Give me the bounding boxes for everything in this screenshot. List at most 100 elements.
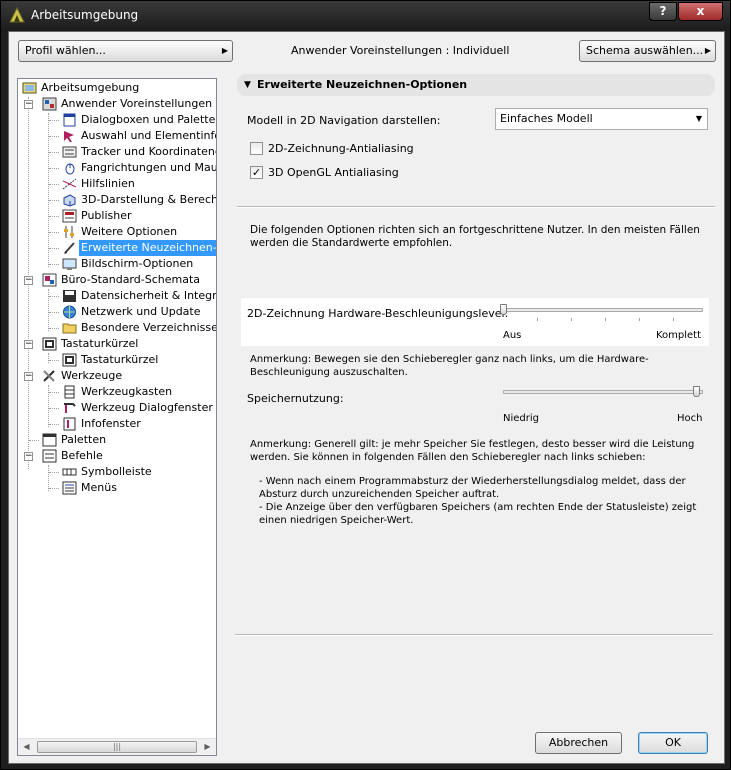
collapse-icon[interactable]: − — [24, 372, 33, 381]
tree-item-label: Werkzeug Dialogfenster — [81, 401, 213, 414]
hw-acceleration-slider-thumb[interactable] — [500, 304, 507, 315]
hw-acceleration-label: 2D-Zeichnung Hardware-Beschleunigungslev… — [247, 307, 509, 320]
palettes-icon — [42, 433, 57, 447]
slider-tick — [571, 318, 572, 321]
tracker-icon — [62, 146, 77, 158]
scroll-right-icon[interactable]: ▶ — [199, 739, 216, 755]
memory-bullet-2: - Die Anzeige über den verfügbaren Speic… — [259, 502, 697, 526]
choose-schema-button[interactable]: Schema auswählen... ▶ — [579, 40, 716, 62]
office-icon — [42, 273, 57, 287]
scroll-left-icon[interactable]: ◀ — [18, 739, 35, 755]
preferences-window: Arbeitsumgebung ? x Profil wählen... ▶ A… — [0, 0, 731, 770]
tree-content: Arbeitsumgebung − Anwender Voreinstellun… — [18, 79, 216, 739]
model-2d-value: Einfaches Modell — [500, 112, 593, 125]
antialiasing-2d-checkbox[interactable] — [250, 142, 263, 155]
ok-button[interactable]: OK — [638, 732, 708, 754]
tools-icon — [43, 370, 55, 382]
opengl-antialiasing-checkbox[interactable]: ✓ — [250, 166, 263, 179]
tree-line — [29, 440, 39, 441]
hw-acceleration-slider-track[interactable] — [503, 308, 703, 312]
folder-icon — [62, 323, 77, 334]
help-button[interactable]: ? — [649, 2, 677, 21]
tree-item-label: Befehle — [61, 449, 103, 462]
advanced-intro-text: Die folgenden Optionen richten sich an f… — [250, 224, 700, 249]
model-2d-select[interactable]: Einfaches Modell ▼ — [495, 108, 708, 130]
hw-min-label: Aus — [503, 330, 522, 341]
tree-item-label: 3D-Darstellung & Berechnun — [81, 193, 217, 206]
section-header[interactable]: ▼ Erweiterte Neuzeichnen-Optionen — [237, 74, 715, 96]
workspace-icon — [22, 82, 37, 94]
tree-item-label: Symbolleiste — [81, 465, 152, 478]
title-bar[interactable]: Arbeitsumgebung ? x — [1, 1, 730, 31]
tree-item-label: Datensicherheit & Integrität — [81, 289, 217, 302]
dialog-icon — [63, 113, 76, 127]
collapse-icon[interactable]: − — [24, 452, 33, 461]
tree-horizontal-scrollbar[interactable]: ◀ ||| ▶ — [18, 738, 216, 755]
user-settings-icon — [42, 97, 57, 111]
tree-item-label: Weitere Optionen — [81, 225, 178, 238]
tree-item-label: Publisher — [81, 209, 132, 222]
choose-profile-button[interactable]: Profil wählen... ▶ — [18, 40, 233, 62]
slider-tick — [639, 318, 640, 321]
tree-line — [49, 120, 59, 121]
tree-line — [48, 353, 49, 363]
tree-line — [49, 408, 59, 409]
redraw-icon — [64, 242, 75, 254]
tree-item-label: Besondere Verzeichnisse — [81, 321, 217, 334]
data-safety-icon — [63, 290, 76, 302]
publisher-icon — [62, 209, 77, 223]
tree-item-label: Werkzeuge — [61, 369, 123, 382]
tree-item-label: Tracker und Koordinateneing — [81, 145, 216, 158]
memory-slider-track[interactable] — [503, 390, 703, 394]
tree-line — [49, 392, 59, 393]
tree-item-label: Auswahl und Elementinforma — [81, 129, 216, 142]
tree-item-label: Netzwerk und Update — [81, 305, 201, 318]
memory-min-label: Niedrig — [503, 413, 539, 424]
memory-slider-thumb[interactable] — [693, 386, 700, 397]
chevron-down-icon: ▼ — [695, 114, 702, 123]
settings-tree[interactable]: Arbeitsumgebung − Anwender Voreinstellun… — [17, 78, 217, 756]
cancel-button[interactable]: Abbrechen — [535, 732, 622, 754]
screen-icon — [62, 258, 77, 270]
tree-line — [49, 488, 59, 489]
memory-usage-label: Speichernutzung: — [247, 392, 344, 405]
tree-line — [49, 360, 59, 361]
triangle-down-icon: ▼ — [244, 80, 251, 90]
memory-max-label: Hoch — [677, 413, 703, 424]
tree-item-label: Werkzeugkasten — [81, 385, 173, 398]
tree-item-label: Bildschirm-Optionen — [81, 257, 194, 270]
slider-tick — [605, 318, 606, 321]
model-2d-label: Modell in 2D Navigation darstellen: — [247, 114, 441, 127]
window-title: Arbeitsumgebung — [31, 8, 139, 22]
collapse-icon[interactable]: − — [24, 340, 33, 349]
toolbox-icon — [64, 385, 75, 399]
tree-item-label: Tastaturkürzel — [81, 353, 159, 366]
mouse-icon — [65, 163, 75, 175]
memory-note-text: Anmerkung: Generell gilt: je mehr Speich… — [250, 439, 695, 463]
commands-icon — [42, 449, 57, 463]
collapse-icon[interactable]: − — [24, 276, 33, 285]
tree-item-label: Anwender Voreinstellungen — [61, 97, 213, 110]
section-title: Erweiterte Neuzeichnen-Optionen — [257, 78, 468, 91]
collapse-icon[interactable]: − — [24, 100, 33, 109]
3d-icon — [63, 194, 76, 207]
tree-item-label: Menüs — [81, 481, 117, 494]
tree-line — [49, 424, 59, 425]
info-icon — [63, 417, 76, 431]
hw-note-text: Anmerkung: Bewegen sie den Schieberegler… — [250, 354, 649, 378]
close-window-button[interactable]: x — [678, 2, 723, 21]
antialiasing-2d-label: 2D-Zeichnung-Antialiasing — [268, 142, 414, 155]
tree-line — [49, 216, 59, 217]
tree-line — [49, 264, 59, 265]
tool-dialog-icon — [64, 403, 76, 413]
selection-icon — [64, 131, 74, 142]
tree-item-label: Büro-Standard-Schemata — [61, 273, 200, 286]
chevron-right-icon: ▶ — [704, 46, 711, 55]
hw-acceleration-group: 2D-Zeichnung Hardware-Beschleunigungslev… — [241, 298, 709, 346]
slider-tick — [673, 318, 674, 321]
scrollbar-thumb[interactable]: ||| — [37, 741, 197, 753]
tree-item-label: Infofenster — [81, 417, 141, 430]
tree-item-label: Paletten — [61, 433, 107, 446]
tree-line — [49, 312, 59, 313]
slider-tick — [537, 318, 538, 321]
